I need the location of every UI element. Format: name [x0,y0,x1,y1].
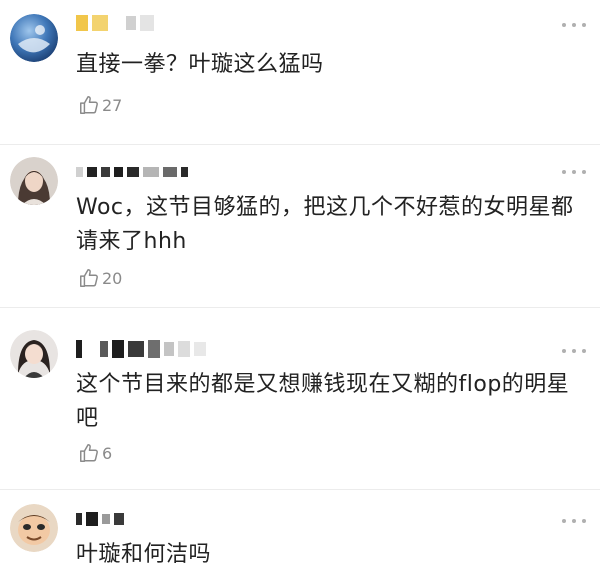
blue-sphere-avatar-icon [10,14,58,62]
username-redacted[interactable] [76,510,124,528]
like-button[interactable]: 6 [78,440,112,466]
more-options-icon[interactable] [562,516,586,526]
comment-item: 直接一拳？叶璇这么猛吗 27 [0,0,600,145]
comment-text: 直接一拳？叶璇这么猛吗 [76,52,324,77]
thumbs-up-icon [80,269,98,287]
username-redacted[interactable] [76,163,188,181]
thumbs-up-icon [80,96,98,114]
thumbs-up-icon [80,444,98,462]
username-redacted[interactable] [76,14,154,32]
like-button[interactable]: 27 [78,92,122,118]
comment-item: 叶璇和何洁吗 [0,490,600,571]
comment-item: Woc，这节目够猛的，把这几个不好惹的女明星都请来了hhh 20 [0,145,600,308]
comment-text: 叶璇和何洁吗 [76,542,212,567]
like-count: 6 [102,443,113,463]
woman-portrait-avatar-icon [10,157,58,205]
like-button[interactable]: 20 [78,265,122,291]
username-redacted[interactable] [76,340,206,358]
like-count: 27 [102,95,123,115]
like-count: 20 [102,268,123,288]
user-avatar[interactable] [10,157,58,205]
user-avatar[interactable] [10,14,58,62]
more-options-icon[interactable] [562,167,586,177]
more-options-icon[interactable] [562,346,586,356]
cartoon-face-avatar-icon [10,504,58,552]
user-avatar[interactable] [10,504,58,552]
comment-item: 这个节目来的都是又想赚钱现在又糊的flop的明星吧 6 [0,308,600,490]
comment-feed: 直接一拳？叶璇这么猛吗 27 Woc，这节目够猛的，把这几个不好惹的女明星都请来… [0,0,600,571]
more-options-icon[interactable] [562,20,586,30]
comment-text: Woc，这节目够猛的，把这几个不好惹的女明星都请来了hhh [76,195,574,254]
girl-portrait-avatar-icon [10,330,58,378]
user-avatar[interactable] [10,330,58,378]
comment-text: 这个节目来的都是又想赚钱现在又糊的flop的明星吧 [76,372,570,431]
